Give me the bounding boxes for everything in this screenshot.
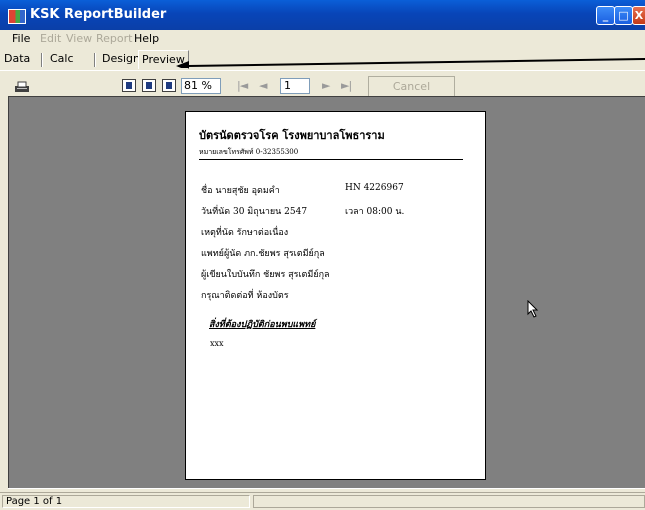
menu-help[interactable]: Help — [134, 32, 159, 45]
status-pane — [253, 495, 645, 508]
last-page-icon[interactable]: ►| — [341, 79, 352, 92]
close-button[interactable]: X — [632, 6, 645, 25]
maximize-button[interactable]: □ — [614, 6, 633, 25]
printer-icon[interactable] — [14, 81, 30, 93]
app-icon — [8, 9, 26, 24]
note-heading: สิ่งที่ต้องปฏิบัติก่อนพบแพทย์ — [209, 320, 316, 330]
menu-file[interactable]: File — [12, 32, 30, 45]
window-title: KSK ReportBuilder — [30, 7, 167, 22]
page-number-input[interactable]: 1 — [280, 78, 310, 94]
report-page: บัตรนัดตรวจโรค โรงพยาบาลโพธาราม หมายเลขโ… — [185, 111, 486, 480]
menu-report[interactable]: Report — [96, 32, 132, 45]
report-phone: หมายเลขโทรศัพท์ 0-32355300 — [199, 148, 299, 156]
appointment-doctor: แพทย์ผู้นัด ภก.ชัยพร สุรเตมีย์กุล — [201, 249, 325, 259]
status-page: Page 1 of 1 — [2, 495, 250, 508]
tab-calc[interactable]: Calc — [50, 52, 74, 68]
menu-bar: File Edit View Report Help — [0, 30, 645, 47]
mouse-cursor-icon — [527, 300, 539, 318]
title-bar: KSK ReportBuilder _ □ X — [0, 0, 645, 30]
cancel-button[interactable]: Cancel — [368, 76, 455, 97]
patient-name: ชื่อ นายสุชัย อุดมคำ — [201, 186, 280, 196]
prev-page-icon[interactable]: ◄ — [259, 79, 268, 92]
zoom-100-icon[interactable] — [162, 79, 176, 92]
record-writer: ผู้เขียนใบบันทึก ชัยพร สุรเตมีย์กุล — [201, 270, 330, 280]
patient-hn: HN 4226967 — [345, 183, 404, 193]
annotation-arrow — [176, 58, 645, 68]
tab-data[interactable]: Data — [4, 52, 30, 68]
menu-edit[interactable]: Edit — [40, 32, 61, 45]
note-body: xxx — [210, 339, 224, 348]
tab-divider — [41, 53, 43, 67]
appointment-time: เวลา 08:00 น. — [345, 207, 405, 217]
contact-point: กรุณาติดต่อที่ ห้องบัตร — [201, 291, 289, 301]
menu-view[interactable]: View — [66, 32, 92, 45]
appointment-date: วันที่นัด 30 มิถุนายน 2547 — [201, 207, 308, 217]
report-title: บัตรนัดตรวจโรค โรงพยาบาลโพธาราม — [199, 129, 385, 142]
tab-design[interactable]: Design — [102, 52, 140, 68]
appointment-reason: เหตุที่นัด รักษาต่อเนื่อง — [201, 228, 289, 238]
whole-page-icon[interactable] — [122, 79, 136, 92]
zoom-input[interactable]: 81 % — [181, 78, 221, 94]
tab-divider — [94, 53, 96, 67]
minimize-button[interactable]: _ — [596, 6, 615, 25]
next-page-icon[interactable]: ► — [322, 79, 331, 92]
first-page-icon[interactable]: |◄ — [237, 79, 248, 92]
status-bar: Page 1 of 1 — [0, 492, 645, 510]
preview-toolbar: 81 % |◄ ◄ 1 ► ►| Cancel — [0, 70, 645, 97]
page-width-icon[interactable] — [142, 79, 156, 92]
title-underline — [199, 159, 463, 160]
